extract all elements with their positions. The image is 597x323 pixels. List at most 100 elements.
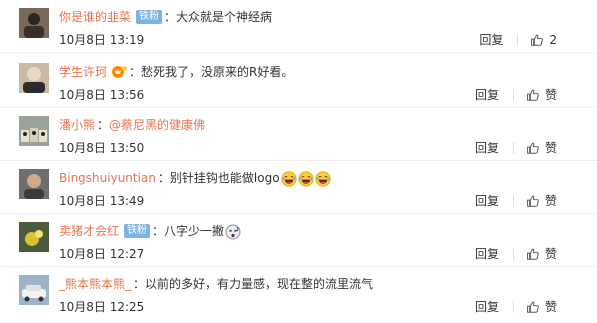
avatar[interactable] [19, 169, 49, 199]
fan-badge[interactable]: 铁粉 [136, 10, 163, 24]
comment-actions: 回复 赞 [475, 87, 557, 103]
comment-actions: 回复 赞 [475, 193, 557, 209]
comment-time: 13:49 [109, 194, 145, 208]
action-divider [512, 248, 514, 260]
comment-text: 别针挂钩也能做logo [170, 169, 331, 187]
comment-date: 10月8日 [59, 88, 106, 102]
avatar[interactable] [19, 222, 49, 252]
comment-text-body: 八字少一撇 [164, 224, 225, 238]
thumbs-up-icon [531, 34, 544, 46]
colon: ： [133, 277, 146, 291]
action-divider [517, 34, 519, 46]
reply-button[interactable]: 回复 [475, 246, 513, 262]
thumbs-up-icon [527, 89, 539, 101]
reply-button[interactable]: 回复 [475, 140, 513, 156]
comment-header: 你是谁的韭菜 铁粉：大众就是个神经病 [59, 8, 577, 26]
reply-button[interactable]: 回复 [475, 299, 513, 315]
comment-item: 潘小熊： @蔡尼黑的健康佛 10月8日 13:50 回复赞 [0, 108, 597, 161]
comment-username[interactable]: 卖猪才会红 [59, 222, 119, 240]
comment-username[interactable]: _熊本熊本熊_ [59, 275, 131, 293]
comment-text: 以前的多好，有力量感，现在整的流里流气 [145, 275, 373, 293]
vip-crown-icon[interactable] [111, 65, 128, 79]
comment-item: Bingshuiyuntian：别针挂钩也能做logo 10月8日 13:49 回复… [0, 161, 597, 214]
avatar[interactable] [19, 8, 49, 38]
comment-username[interactable]: Bingshuiyuntian [59, 169, 156, 187]
laughing-emoji [280, 170, 297, 187]
comment-actions: 回复 赞 [475, 246, 557, 262]
like-button[interactable]: 赞 [526, 140, 557, 156]
comment-item: 卖猪才会红 铁粉：八字少一撇 10月8日 12:27 回复 赞 [0, 214, 597, 267]
comment-username[interactable]: 潘小熊 [59, 116, 95, 134]
mention-link[interactable]: @蔡尼黑的健康佛 [109, 118, 205, 132]
comment-footer: 10月8日 12:27 回复 赞 [59, 246, 577, 262]
comment-date: 10月8日 [59, 247, 106, 261]
reply-button[interactable]: 回复 [475, 193, 513, 209]
reply-button[interactable]: 回复 [475, 87, 513, 103]
thumbs-up-icon [527, 248, 539, 260]
comment-text-body: 以前的多好，有力量感，现在整的流里流气 [145, 277, 374, 291]
like-count: 赞 [544, 141, 557, 155]
like-count: 赞 [544, 247, 557, 261]
dizzy-emoji [225, 224, 241, 240]
comment-username[interactable]: 你是谁的韭菜 [59, 8, 131, 26]
comment-time: 13:50 [109, 141, 145, 155]
fan-badge[interactable]: 铁粉 [124, 224, 151, 238]
comment-header: _熊本熊本熊_：以前的多好，有力量感，现在整的流里流气 [59, 275, 577, 293]
avatar[interactable] [19, 116, 49, 146]
action-divider [512, 142, 514, 154]
like-count: 赞 [544, 194, 557, 208]
laughing-emoji [314, 170, 331, 187]
comment-footer: 10月8日 13:56 回复 赞 [59, 87, 577, 103]
comment-time: 13:19 [109, 33, 145, 47]
comment-footer: 10月8日 12:25 回复 赞 [59, 299, 577, 315]
comment-text-body: 别针挂钩也能做logo [169, 171, 280, 185]
like-button[interactable]: 赞 [526, 193, 557, 209]
laughing-emoji [297, 170, 314, 187]
colon: ： [152, 224, 165, 238]
comment-text-body: 大众就是个神经病 [176, 10, 273, 24]
avatar[interactable] [19, 275, 49, 305]
comment-username[interactable]: 学生许珂 [59, 63, 107, 81]
comment-header: 潘小熊： @蔡尼黑的健康佛 [59, 116, 577, 134]
comment-item: 你是谁的韭菜 铁粉：大众就是个神经病 10月8日 13:19 回复 2 [0, 0, 597, 53]
action-divider [512, 301, 514, 313]
comment-time: 12:27 [109, 247, 145, 261]
comment-text: @蔡尼黑的健康佛 [109, 116, 205, 134]
comment-date: 10月8日 [59, 33, 106, 47]
comment-header: 卖猪才会红 铁粉：八字少一撇 [59, 222, 577, 240]
comment-date: 10月8日 [59, 300, 106, 314]
comment-actions: 回复 赞 [475, 299, 557, 315]
avatar[interactable] [19, 63, 49, 93]
comment-time: 12:25 [109, 300, 145, 314]
comment-item: _熊本熊本熊_：以前的多好，有力量感，现在整的流里流气 10月8日 12:25 回复… [0, 267, 597, 320]
comment-actions: 回复 2 [479, 32, 557, 48]
comment-date: 10月8日 [59, 141, 106, 155]
comment-item: 学生许珂 ：愁死我了，没原来的R好看。 10月8日 13:56 回复 赞 [0, 55, 597, 108]
comment-footer: 10月8日 13:49 回复 赞 [59, 193, 577, 209]
comment-text-body: 愁死我了，没原来的R好看。 [141, 65, 294, 79]
comment-date: 10月8日 [59, 194, 106, 208]
comment-header: Bingshuiyuntian：别针挂钩也能做logo [59, 169, 577, 187]
reply-button[interactable]: 回复 [479, 32, 517, 48]
colon: ： [97, 118, 110, 132]
comment-text: 八字少一撇 [164, 222, 241, 240]
like-button[interactable]: 赞 [526, 87, 557, 103]
comment-text: 大众就是个神经病 [176, 8, 272, 26]
comment-list: 你是谁的韭菜 铁粉：大众就是个神经病 10月8日 13:19 回复 2 学生许珂：愁死我了… [0, 0, 597, 323]
colon: ： [164, 10, 177, 24]
comment-header: 学生许珂 ：愁死我了，没原来的R好看。 [59, 63, 577, 81]
comment-actions: 回复 赞 [475, 140, 557, 156]
colon: ： [129, 65, 142, 79]
thumbs-up-icon [527, 195, 539, 207]
comment-footer: 10月8日 13:50 回复 赞 [59, 140, 577, 156]
like-button[interactable]: 2 [530, 32, 557, 48]
like-count: 赞 [544, 300, 557, 314]
like-button[interactable]: 赞 [526, 246, 557, 262]
comment-text: 愁死我了，没原来的R好看。 [141, 63, 293, 81]
like-button[interactable]: 赞 [526, 299, 557, 315]
like-count: 赞 [544, 88, 557, 102]
colon: ： [157, 171, 170, 185]
thumbs-up-icon [527, 142, 539, 154]
action-divider [512, 195, 514, 207]
comment-footer: 10月8日 13:19 回复 2 [59, 32, 577, 48]
